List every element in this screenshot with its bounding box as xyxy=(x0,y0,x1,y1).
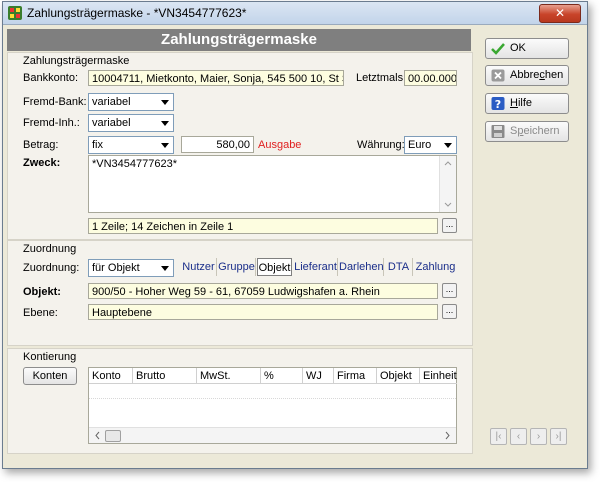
zweck-textarea[interactable]: *VN3454777623* xyxy=(88,155,457,213)
tab-dta[interactable]: DTA xyxy=(385,258,413,276)
hilfe-button[interactable]: ? Hilfe xyxy=(485,93,569,114)
column-header-einheit[interactable]: Einheit xyxy=(420,368,457,384)
column-header-brutto[interactable]: Brutto xyxy=(133,368,197,384)
next-record-icon[interactable]: › xyxy=(530,428,547,445)
scroll-thumb[interactable] xyxy=(105,430,121,442)
close-button[interactable]: ✕ xyxy=(539,4,581,23)
column-header-firma[interactable]: Firma xyxy=(334,368,377,384)
svg-text:?: ? xyxy=(495,98,501,110)
kontierung-table[interactable]: Konto Brutto MwSt. % WJ Firma Objekt Ein… xyxy=(88,367,457,444)
speichern-label: Speichern xyxy=(510,125,560,137)
ebene-field[interactable]: Hauptebene xyxy=(88,304,438,320)
zuordnung-value: für Objekt xyxy=(92,262,140,274)
letztmals-label: Letztmals: xyxy=(356,72,407,84)
save-disk-icon xyxy=(491,125,505,138)
hilfe-label: Hilfe xyxy=(510,97,533,109)
bankkonto-field[interactable]: 10004711, Mietkonto, Maier, Sonja, 545 5… xyxy=(88,70,344,86)
chevron-down-icon xyxy=(161,121,169,126)
waehrung-select[interactable]: Euro xyxy=(404,136,457,154)
waehrung-value: Euro xyxy=(408,139,432,151)
chevron-down-icon xyxy=(161,100,169,105)
main-section-caption: Zahlungsträgermaske xyxy=(23,55,130,67)
zweck-label: Zweck: xyxy=(23,157,61,169)
tab-nutzer[interactable]: Nutzer xyxy=(181,258,217,276)
konten-button[interactable]: Konten xyxy=(23,367,77,385)
tab-lieferant[interactable]: Lieferant xyxy=(294,258,338,276)
scroll-right-icon xyxy=(445,431,450,440)
column-header-wj[interactable]: WJ xyxy=(303,368,334,384)
zuordnung-select[interactable]: für Objekt xyxy=(88,259,174,277)
objekt-label: Objekt: xyxy=(23,286,61,298)
column-header-percent[interactable]: % xyxy=(261,368,303,384)
zweck-text: *VN3454777623* xyxy=(92,158,178,170)
ok-label: OK xyxy=(510,42,526,54)
help-icon: ? xyxy=(491,97,505,110)
kontierung-section-caption: Kontierung xyxy=(23,351,77,363)
previous-record-icon[interactable]: ‹ xyxy=(510,428,527,445)
scroll-up-icon xyxy=(444,161,452,166)
betrag-type-label: Ausgabe xyxy=(258,139,302,151)
window-title: Zahlungsträgermaske - *VN3454777623* xyxy=(27,6,247,20)
objekt-select-button[interactable]: ... xyxy=(442,283,457,298)
checkmark-icon xyxy=(491,43,505,55)
tab-gruppe[interactable]: Gruppe xyxy=(218,258,256,276)
app-icon xyxy=(8,6,22,20)
objekt-field[interactable]: 900/50 - Hoher Weg 59 - 61, 67059 Ludwig… xyxy=(88,283,438,299)
tab-darlehen[interactable]: Darlehen xyxy=(339,258,384,276)
title-bar: Zahlungsträgermaske - *VN3454777623* ✕ xyxy=(3,2,587,25)
fremd-bank-label: Fremd-Bank: xyxy=(23,96,87,108)
fremd-inh-select[interactable]: variabel xyxy=(88,114,174,132)
letztmals-field[interactable]: 00.00.0000 xyxy=(404,70,457,86)
fremd-inh-value: variabel xyxy=(92,117,131,129)
abbrechen-label: Abbrechen xyxy=(510,69,564,81)
tab-zahlung[interactable]: Zahlung xyxy=(414,258,457,276)
chevron-down-icon xyxy=(161,143,169,148)
fremd-inh-label: Fremd-Inh.: xyxy=(23,117,80,129)
cancel-x-icon xyxy=(491,69,505,82)
betrag-input[interactable]: 580,00 xyxy=(181,136,254,153)
ok-button[interactable]: OK xyxy=(485,38,569,59)
zweck-edit-button[interactable]: ... xyxy=(442,218,457,233)
column-header-konto[interactable]: Konto xyxy=(89,368,133,384)
betrag-label: Betrag: xyxy=(23,139,59,151)
first-record-icon[interactable]: |‹ xyxy=(490,428,507,445)
fremd-bank-value: variabel xyxy=(92,96,131,108)
speichern-button[interactable]: Speichern xyxy=(485,121,569,142)
zweck-scrollbar[interactable] xyxy=(439,156,456,212)
betrag-mode-select[interactable]: fix xyxy=(88,136,174,154)
fremd-bank-select[interactable]: variabel xyxy=(88,93,174,111)
column-header-objekt[interactable]: Objekt xyxy=(377,368,420,384)
waehrung-label: Währung: xyxy=(357,139,405,151)
column-header-mwst[interactable]: MwSt. xyxy=(197,368,261,384)
betrag-mode-value: fix xyxy=(92,139,103,151)
zuordnung-section-caption: Zuordnung xyxy=(23,243,77,255)
abbrechen-button[interactable]: Abbrechen xyxy=(485,65,569,86)
ebene-select-button[interactable]: ... xyxy=(442,304,457,319)
chevron-down-icon xyxy=(444,143,452,148)
table-hscrollbar[interactable] xyxy=(89,427,456,443)
scroll-left-icon xyxy=(95,431,100,440)
form-header: Zahlungsträgermaske xyxy=(7,29,471,51)
zweck-status-field: 1 Zeile; 14 Zeichen in Zeile 1 xyxy=(88,218,438,234)
bankkonto-label: Bankkonto: xyxy=(23,72,79,84)
last-record-icon[interactable]: ›| xyxy=(550,428,567,445)
ebene-label: Ebene: xyxy=(23,307,58,319)
zuordnung-label: Zuordnung: xyxy=(23,262,80,274)
table-first-row[interactable] xyxy=(89,384,456,399)
tab-objekt[interactable]: Objekt xyxy=(257,258,292,276)
scroll-down-icon xyxy=(444,202,452,207)
chevron-down-icon xyxy=(161,266,169,271)
